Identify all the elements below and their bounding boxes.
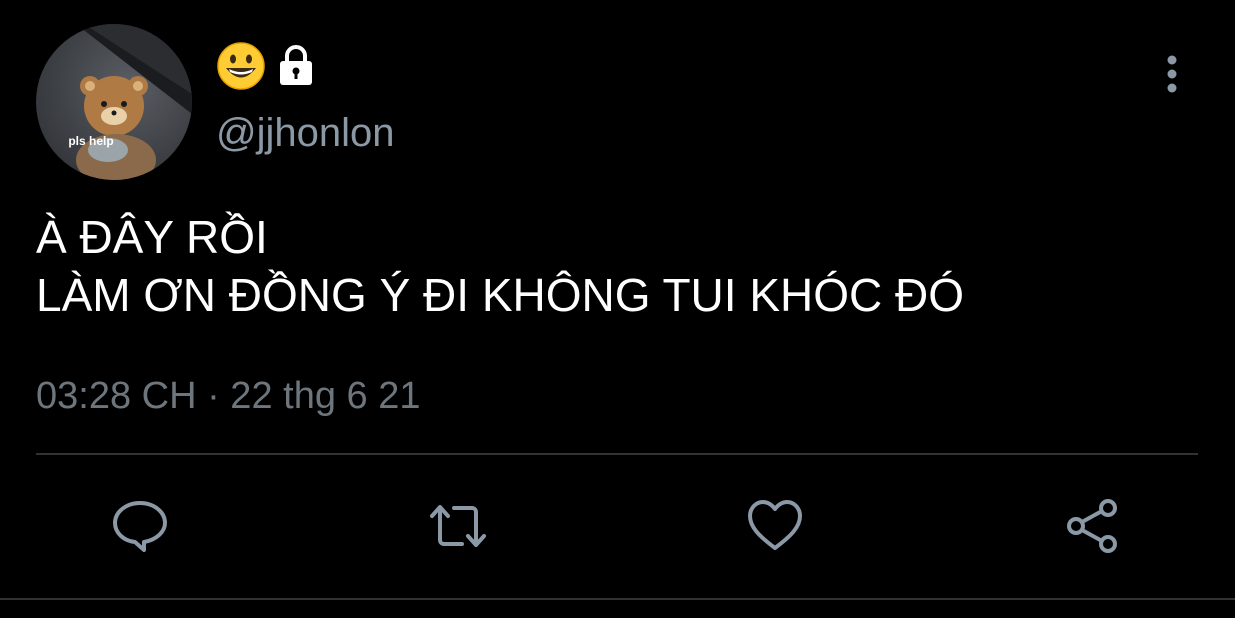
tweet-detail: pls help @jjhonlon À ĐÂY RỒI LÀM ƠN ĐỒNG… bbox=[0, 0, 1235, 618]
protected-lock-icon bbox=[280, 45, 312, 85]
tweet-text-line: À ĐÂY RỒI bbox=[36, 211, 268, 263]
more-options-button[interactable] bbox=[1150, 52, 1194, 96]
tweet-text-line: LÀM ƠN ĐỒNG Ý ĐI KHÔNG TUI KHÓC ĐÓ bbox=[36, 269, 965, 321]
user-handle[interactable]: @jjhonlon bbox=[216, 110, 395, 156]
reply-button[interactable] bbox=[110, 496, 170, 556]
tweet-timestamp[interactable]: 03:28 CH · 22 thg 6 21 bbox=[36, 373, 420, 419]
retweet-button[interactable] bbox=[428, 496, 488, 556]
bottom-divider bbox=[0, 598, 1235, 600]
like-button[interactable] bbox=[745, 496, 805, 556]
share-icon bbox=[1067, 499, 1117, 553]
avatar-caption: pls help bbox=[68, 134, 114, 148]
reply-icon bbox=[113, 501, 167, 552]
retweet-icon bbox=[430, 505, 486, 547]
grinning-face-emoji-icon bbox=[217, 42, 265, 90]
avatar[interactable]: pls help bbox=[36, 24, 192, 180]
display-name[interactable] bbox=[216, 40, 318, 92]
avatar-bear-image bbox=[76, 24, 192, 180]
tweet-text: À ĐÂY RỒI LÀM ƠN ĐỒNG Ý ĐI KHÔNG TUI KHÓ… bbox=[36, 208, 964, 324]
like-icon bbox=[748, 500, 802, 550]
divider bbox=[36, 453, 1198, 455]
more-vertical-icon bbox=[1167, 55, 1177, 93]
share-button[interactable] bbox=[1063, 496, 1123, 556]
